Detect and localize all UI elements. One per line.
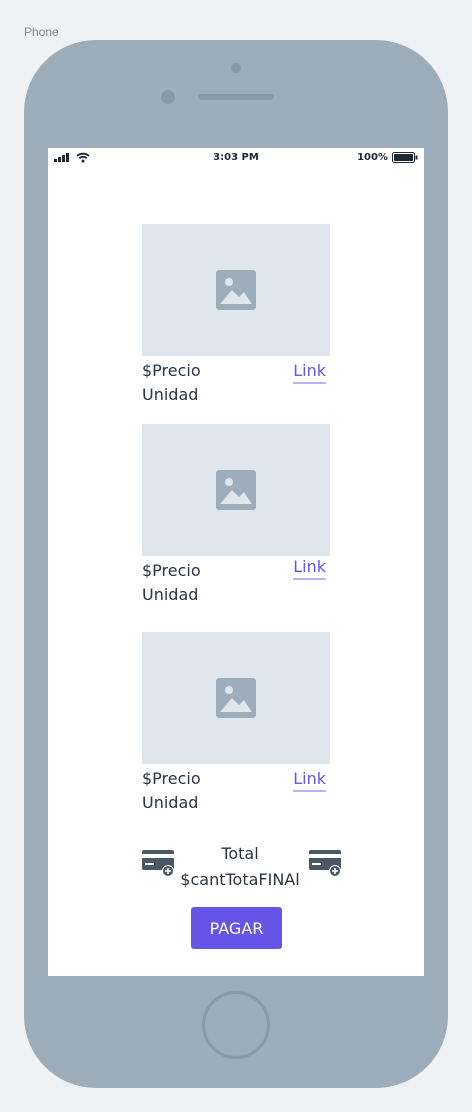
product-card: $Precio Unidad Link: [142, 224, 330, 404]
frame-label: Phone: [24, 25, 59, 39]
front-camera: [231, 63, 241, 73]
earpiece-speaker: [198, 94, 274, 100]
product-price: $Precio Unidad: [142, 561, 201, 604]
pay-button[interactable]: PAGAR: [191, 907, 282, 949]
product-link[interactable]: Link: [293, 361, 326, 384]
total-label: Total: [221, 844, 259, 863]
add-card-icon[interactable]: [142, 850, 176, 880]
phone-screen: 3:03 PM 100% $Precio Unidad Link $Precio…: [48, 148, 424, 976]
product-card: $Precio Unidad Link: [142, 424, 330, 604]
proximity-sensor: [161, 90, 175, 104]
product-price: $Precio Unidad: [142, 361, 201, 404]
product-price: $Precio Unidad: [142, 769, 201, 812]
product-link[interactable]: Link: [293, 769, 326, 792]
home-button[interactable]: [202, 991, 270, 1059]
image-placeholder-icon: [216, 270, 256, 310]
battery-icon: [392, 152, 418, 163]
status-bar: 3:03 PM 100%: [48, 148, 424, 168]
total-summary: Total $cantTotaFINAl: [142, 840, 343, 889]
image-placeholder-icon: [216, 470, 256, 510]
product-card: $Precio Unidad Link: [142, 632, 330, 812]
product-link[interactable]: Link: [293, 557, 326, 580]
image-placeholder-icon: [216, 678, 256, 718]
product-image: [142, 424, 330, 556]
total-value: $cantTotaFINAl: [180, 870, 300, 889]
add-card-icon[interactable]: [309, 850, 343, 880]
battery-percent: 100%: [357, 152, 388, 163]
product-image: [142, 632, 330, 764]
product-image: [142, 224, 330, 356]
